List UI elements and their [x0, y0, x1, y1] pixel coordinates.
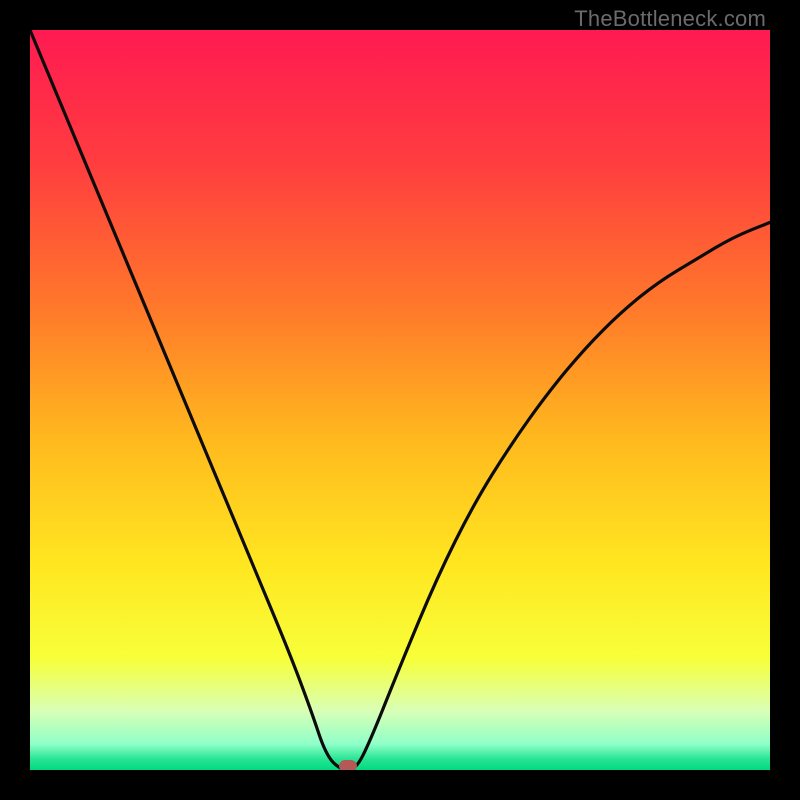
optimal-point-marker: [339, 760, 357, 770]
bottleneck-curve: [30, 30, 770, 770]
watermark-text: TheBottleneck.com: [574, 6, 766, 32]
chart-frame: TheBottleneck.com: [0, 0, 800, 800]
plot-area: [30, 30, 770, 770]
